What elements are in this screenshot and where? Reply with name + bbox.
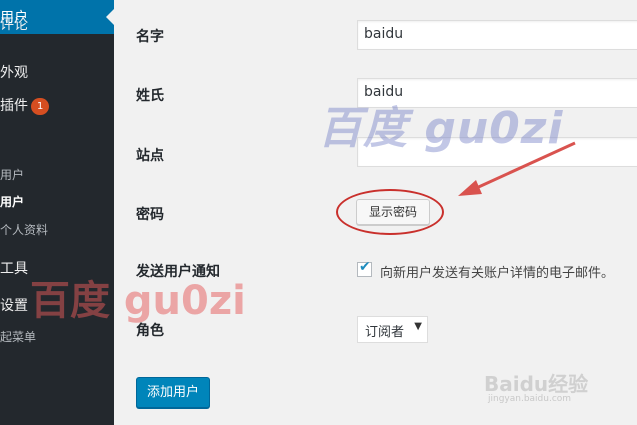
baidu-jingyan-logo: Baidu经验: [484, 372, 589, 396]
watermark-left: 百度 gu0zi: [30, 278, 246, 324]
baidu-jingyan-url: jingyan.baidu.com: [488, 394, 572, 404]
red-arrow-annotation: [458, 141, 576, 196]
watermark-top: 百度 gu0zi: [318, 103, 564, 154]
